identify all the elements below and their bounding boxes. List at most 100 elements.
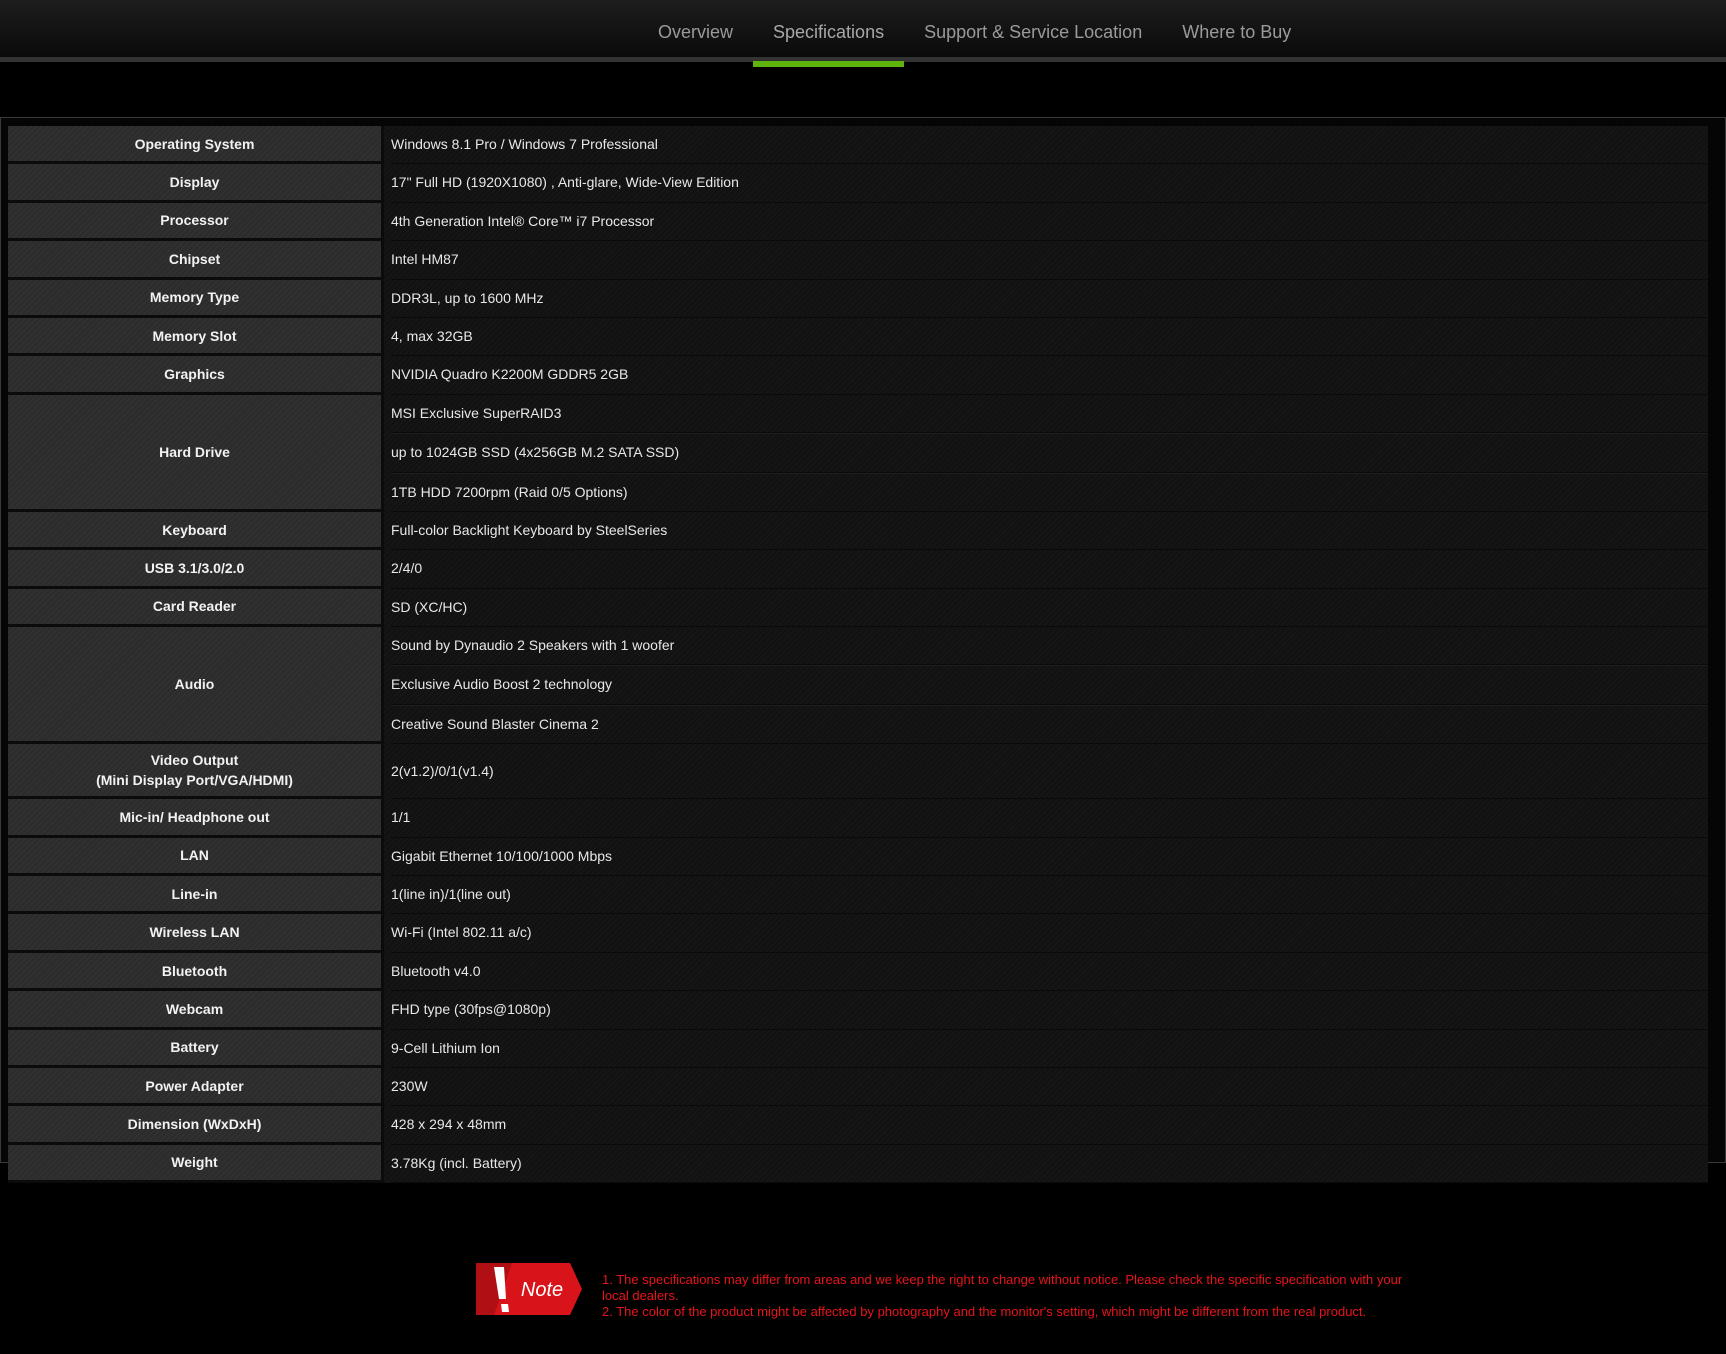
spec-value: 3.78Kg (incl. Battery) xyxy=(391,1145,1708,1184)
spec-row: LAN Gigabit Ethernet 10/100/1000 Mbps xyxy=(8,837,1708,877)
spec-value: Creative Sound Blaster Cinema 2 xyxy=(391,704,1708,745)
spec-label-cell: Line-in xyxy=(8,876,384,915)
spec-value: 428 x 294 x 48mm xyxy=(391,1106,1708,1145)
spec-value: Windows 8.1 Pro / Windows 7 Professional xyxy=(391,126,1708,165)
spec-sublabel: (Mini Display Port/VGA/HDMI) xyxy=(96,772,293,789)
spec-label-cell: Mic-in/ Headphone out xyxy=(8,799,384,838)
spec-row: Chipset Intel HM87 xyxy=(8,241,1708,280)
spec-label-cell: Memory Slot xyxy=(8,317,384,357)
spec-value: up to 1024GB SSD (4x256GB M.2 SATA SSD) xyxy=(391,433,1708,473)
spec-value-cell: 230W xyxy=(384,1067,1708,1107)
spec-label-cell: USB 3.1/3.0/2.0 xyxy=(8,550,384,589)
specifications-table: Operating System Windows 8.1 Pro / Window… xyxy=(8,126,1708,1184)
spec-value-cell: 4th Generation Intel® Core™ i7 Processor xyxy=(384,202,1708,242)
spec-row: Hard Drive MSI Exclusive SuperRAID3 up to … xyxy=(8,394,1708,512)
spec-label: Keyboard xyxy=(162,521,227,538)
spec-label: Memory Type xyxy=(149,289,240,306)
spec-row: Battery 9-Cell Lithium Ion xyxy=(8,1029,1708,1068)
specifications-table-body: Operating System Windows 8.1 Pro / Window… xyxy=(8,126,1708,1184)
spec-label: Operating System xyxy=(134,135,255,152)
spec-row: Operating System Windows 8.1 Pro / Window… xyxy=(8,126,1708,165)
spec-value-cell: 428 x 294 x 48mm xyxy=(384,1106,1708,1145)
spec-value: Exclusive Audio Boost 2 technology xyxy=(391,665,1708,705)
spec-label: Audio xyxy=(174,676,215,693)
spec-value-cell: DDR3L, up to 1600 MHz xyxy=(384,279,1708,318)
spec-value: NVIDIA Quadro K2200M GDDR5 2GB xyxy=(391,356,1708,395)
spec-label-cell: Keyboard xyxy=(8,511,384,551)
spec-label-cell: Operating System xyxy=(8,126,384,165)
spec-value: 1(line in)/1(line out) xyxy=(391,876,1708,915)
spec-value-cell: FHD type (30fps@1080p) xyxy=(384,991,1708,1030)
spec-label: Chipset xyxy=(168,250,221,267)
spec-value: 2(v1.2)/0/1(v1.4) xyxy=(391,744,1708,800)
note-badge-label: Note xyxy=(521,1279,563,1301)
spec-value: FHD type (30fps@1080p) xyxy=(391,991,1708,1030)
spec-row: Memory Type DDR3L, up to 1600 MHz xyxy=(8,279,1708,318)
tab-specifications[interactable]: Specifications xyxy=(753,0,905,67)
spec-label-cell: Dimension (WxDxH) xyxy=(8,1106,384,1145)
tab-where-to-buy[interactable]: Where to Buy xyxy=(1162,0,1311,62)
spec-label: Power Adapter xyxy=(145,1077,244,1094)
spec-label: Processor xyxy=(160,212,229,229)
spec-label: Battery xyxy=(170,1039,219,1056)
spec-value-cell: 2(v1.2)/0/1(v1.4) xyxy=(384,744,1708,800)
spec-value-cell: 17" Full HD (1920X1080) , Anti-glare, Wi… xyxy=(384,164,1708,203)
spec-value-cell: 4, max 32GB xyxy=(384,317,1708,357)
spec-value: 1TB HDD 7200rpm (Raid 0/5 Options) xyxy=(391,472,1708,512)
spec-label: Webcam xyxy=(165,1000,224,1017)
spec-value: Gigabit Ethernet 10/100/1000 Mbps xyxy=(391,838,1708,877)
spec-value: 2/4/0 xyxy=(391,550,1708,589)
spec-value-cell: 9-Cell Lithium Ion xyxy=(384,1029,1708,1068)
spec-label-cell: Wireless LAN xyxy=(8,914,384,953)
spec-value-cell: MSI Exclusive SuperRAID3 up to 1024GB SSD… xyxy=(384,394,1708,512)
spec-value: 17" Full HD (1920X1080) , Anti-glare, Wi… xyxy=(391,164,1708,203)
spec-row: Line-in 1(line in)/1(line out) xyxy=(8,876,1708,915)
tab-overview[interactable]: Overview xyxy=(638,0,753,62)
spec-value-cell: 1/1 xyxy=(384,799,1708,838)
spec-row: Dimension (WxDxH) 428 x 294 x 48mm xyxy=(8,1106,1708,1145)
spec-value-cell: Windows 8.1 Pro / Windows 7 Professional xyxy=(384,126,1708,165)
spec-value: 4, max 32GB xyxy=(391,318,1708,357)
spec-label: USB 3.1/3.0/2.0 xyxy=(144,559,245,576)
spec-label-cell: Webcam xyxy=(8,991,384,1030)
spec-label: Weight xyxy=(171,1154,218,1171)
spec-value: Sound by Dynaudio 2 Speakers with 1 woof… xyxy=(391,627,1708,666)
tab-support-service-location[interactable]: Support & Service Location xyxy=(904,0,1162,62)
spec-value: SD (XC/HC) xyxy=(391,589,1708,628)
spec-label: Wireless LAN xyxy=(149,924,240,941)
spec-value: Intel HM87 xyxy=(391,241,1708,280)
spec-label: Graphics xyxy=(164,366,225,383)
spec-row: Memory Slot 4, max 32GB xyxy=(8,317,1708,357)
spec-label-cell: LAN xyxy=(8,837,384,877)
spec-row: Mic-in/ Headphone out 1/1 xyxy=(8,799,1708,838)
spec-value: 9-Cell Lithium Ion xyxy=(391,1030,1708,1068)
spec-value: 230W xyxy=(391,1068,1708,1107)
spec-value-cell: Sound by Dynaudio 2 Speakers with 1 woof… xyxy=(384,627,1708,745)
spec-value: DDR3L, up to 1600 MHz xyxy=(391,280,1708,318)
spec-label-cell: Display xyxy=(8,164,384,203)
spec-row: Keyboard Full-color Backlight Keyboard by… xyxy=(8,511,1708,551)
spec-label-cell: Memory Type xyxy=(8,279,384,318)
spec-value-cell: 1(line in)/1(line out) xyxy=(384,876,1708,915)
note-line-1: 1. The specifications may differ from ar… xyxy=(602,1272,1403,1303)
spec-label-cell: Chipset xyxy=(8,241,384,280)
spec-label-cell: Bluetooth xyxy=(8,952,384,992)
spec-row: USB 3.1/3.0/2.0 2/4/0 xyxy=(8,550,1708,589)
specifications-panel: Operating System Windows 8.1 Pro / Window… xyxy=(0,117,1726,1184)
spec-value: 1/1 xyxy=(391,799,1708,838)
spec-label: Bluetooth xyxy=(161,962,228,979)
spec-label: Mic-in/ Headphone out xyxy=(119,808,270,825)
spec-label: LAN xyxy=(180,847,209,864)
note-text: 1. The specifications may differ from ar… xyxy=(602,1272,1422,1320)
spec-row: Weight 3.78Kg (incl. Battery) xyxy=(8,1144,1708,1184)
spec-row: Wireless LAN Wi-Fi (Intel 802.11 a/c) xyxy=(8,914,1708,953)
spec-row: Webcam FHD type (30fps@1080p) xyxy=(8,991,1708,1030)
spec-label-cell: Hard Drive xyxy=(8,394,384,512)
spec-row: Graphics NVIDIA Quadro K2200M GDDR5 2GB xyxy=(8,356,1708,395)
spec-label: Card Reader xyxy=(152,598,237,615)
spec-value-cell: Wi-Fi (Intel 802.11 a/c) xyxy=(384,914,1708,953)
spec-label: Hard Drive xyxy=(159,443,230,460)
spec-row: Power Adapter 230W xyxy=(8,1067,1708,1107)
spec-row: Video Output (Mini Display Port/VGA/HDMI)… xyxy=(8,744,1708,800)
spec-label: Memory Slot xyxy=(152,327,237,344)
